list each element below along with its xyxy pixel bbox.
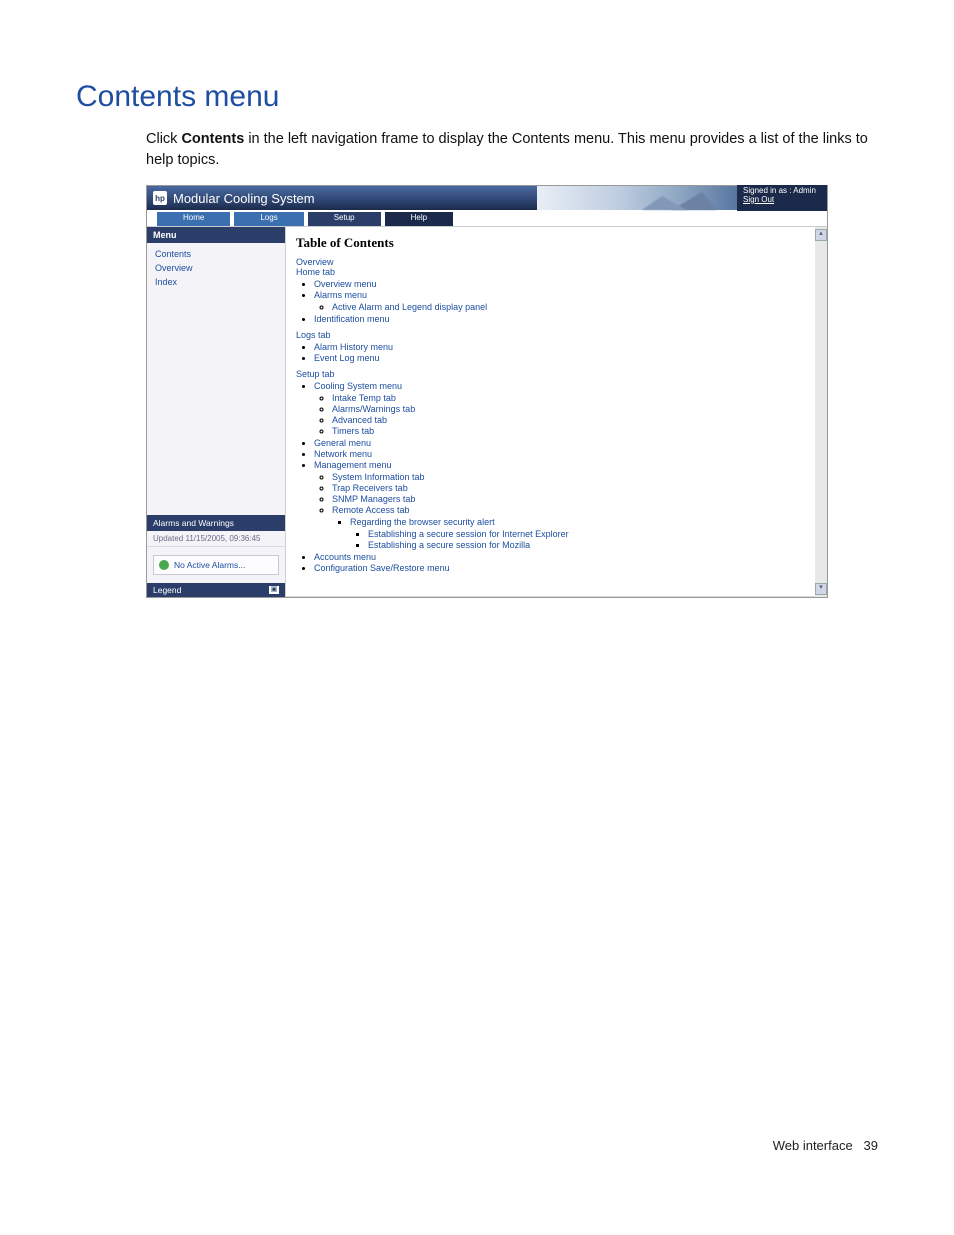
toc-content: Table of Contents Overview Home tab Over… [286, 227, 827, 597]
left-nav-pane: Menu Contents Overview Index Alarms and … [147, 227, 286, 597]
toc-active-alarm-panel[interactable]: Active Alarm and Legend display panel [332, 302, 487, 312]
intro-b: in the left navigation frame to display … [146, 131, 868, 168]
toc-management-menu[interactable]: Management menu [314, 460, 392, 470]
alarms-panel-title: Alarms and Warnings [147, 515, 285, 531]
toc-identification-menu[interactable]: Identification menu [314, 314, 390, 324]
toc-home-tab[interactable]: Home tab [296, 267, 813, 277]
toc-overview[interactable]: Overview [296, 257, 813, 267]
menu-item-contents[interactable]: Contents [155, 249, 277, 259]
intro-paragraph: Click Contents in the left navigation fr… [146, 129, 878, 171]
toc-heading: Table of Contents [296, 235, 813, 251]
toc-system-info-tab[interactable]: System Information tab [332, 472, 425, 482]
app-titlebar: hp Modular Cooling System Signed in as :… [147, 186, 827, 210]
tab-logs[interactable]: Logs [234, 212, 303, 226]
toc-cooling-system-menu[interactable]: Cooling System menu [314, 381, 402, 391]
toc-snmp-managers-tab[interactable]: SNMP Managers tab [332, 494, 415, 504]
toc-intake-temp-tab[interactable]: Intake Temp tab [332, 393, 396, 403]
intro-a: Click [146, 131, 181, 147]
toc-logs-tab[interactable]: Logs tab [296, 330, 813, 340]
toc-alarms-menu[interactable]: Alarms menu [314, 290, 367, 300]
page-number: 39 [864, 1138, 878, 1153]
sign-out-link[interactable]: Sign Out [743, 196, 821, 205]
page-heading: Contents menu [76, 80, 878, 114]
legend-panel-title[interactable]: Legend ▣ [147, 583, 285, 597]
legend-label: Legend [153, 585, 181, 595]
menu-panel-title: Menu [147, 227, 285, 243]
toc-secure-session-mozilla[interactable]: Establishing a secure session for Mozill… [368, 540, 530, 550]
hp-logo-icon: hp [153, 191, 167, 205]
tab-bar: Home Logs Setup Help [147, 210, 827, 227]
footer-label: Web interface [773, 1138, 853, 1153]
toc-secure-session-ie[interactable]: Establishing a secure session for Intern… [368, 529, 569, 539]
alarm-status-box[interactable]: No Active Alarms... [153, 555, 279, 575]
toc-config-save-restore[interactable]: Configuration Save/Restore menu [314, 563, 450, 573]
alarms-updated: Updated 11/15/2005, 09:36:45 [147, 531, 285, 547]
header-banner-image [537, 186, 737, 210]
app-title: Modular Cooling System [173, 191, 315, 206]
toc-timers-tab[interactable]: Timers tab [332, 426, 374, 436]
legend-collapse-icon[interactable]: ▣ [269, 586, 279, 594]
toc-browser-security-alert[interactable]: Regarding the browser security alert [350, 517, 495, 527]
menu-item-index[interactable]: Index [155, 277, 277, 287]
session-box: Signed in as : Admin Sign Out [737, 185, 827, 211]
tab-setup[interactable]: Setup [308, 212, 381, 226]
page-footer: Web interface 39 [0, 1138, 954, 1153]
status-ok-icon [159, 560, 169, 570]
toc-overview-menu[interactable]: Overview menu [314, 279, 377, 289]
toc-alarms-warnings-tab[interactable]: Alarms/Warnings tab [332, 404, 415, 414]
toc-accounts-menu[interactable]: Accounts menu [314, 552, 376, 562]
toc-trap-receivers-tab[interactable]: Trap Receivers tab [332, 483, 408, 493]
toc-event-log-menu[interactable]: Event Log menu [314, 353, 380, 363]
no-active-alarms-label: No Active Alarms... [174, 560, 245, 570]
toc-setup-tab[interactable]: Setup tab [296, 369, 813, 379]
toc-remote-access-tab[interactable]: Remote Access tab [332, 505, 410, 515]
tab-help[interactable]: Help [385, 212, 453, 226]
app-screenshot: hp Modular Cooling System Signed in as :… [146, 185, 828, 598]
vertical-scrollbar[interactable]: ▴ ▾ [815, 227, 827, 597]
scroll-up-icon[interactable]: ▴ [815, 229, 827, 241]
scroll-down-icon[interactable]: ▾ [815, 583, 827, 595]
intro-bold: Contents [181, 131, 244, 147]
toc-network-menu[interactable]: Network menu [314, 449, 372, 459]
menu-item-overview[interactable]: Overview [155, 263, 277, 273]
tab-home[interactable]: Home [157, 212, 230, 226]
toc-advanced-tab[interactable]: Advanced tab [332, 415, 387, 425]
toc-general-menu[interactable]: General menu [314, 438, 371, 448]
toc-alarm-history-menu[interactable]: Alarm History menu [314, 342, 393, 352]
